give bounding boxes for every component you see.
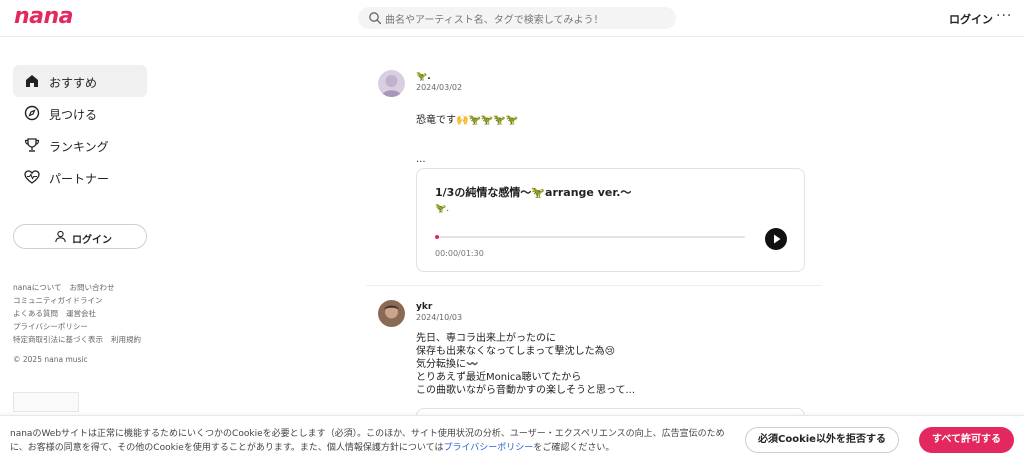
copyright: © 2025 nana music bbox=[13, 355, 88, 364]
post-username[interactable]: ykr bbox=[416, 302, 432, 312]
heart-pulse-icon bbox=[24, 170, 40, 184]
certification-badge bbox=[13, 392, 79, 412]
cookie-text-end: をご確認ください。 bbox=[533, 443, 615, 453]
avatar-image bbox=[378, 300, 405, 327]
sidebar-item-partner[interactable]: パートナー bbox=[13, 161, 147, 193]
sound-artist: 🦖. bbox=[435, 204, 450, 214]
sound-card[interactable]: 1/3の純情な感情〜🦖arrange ver.〜 🦖. 00:00/01:30 bbox=[416, 168, 805, 272]
post-username[interactable]: 🦖. bbox=[416, 72, 431, 82]
cookie-banner: nanaのWebサイトは正常に機能するためにいくつかのCookieを必要とします… bbox=[0, 415, 1024, 463]
footer-link-terms[interactable]: 利用規約 bbox=[111, 335, 141, 344]
compass-icon bbox=[24, 105, 40, 121]
feed-post: 🦖. 2024/03/02 恐竜です🙌🦖🦖🦖🦖 ... 1/3の純情な感情〜🦖a… bbox=[378, 70, 818, 275]
cookie-text-start: nanaのWebサイトは正常に機能するためにいくつかのCookieを必要とします… bbox=[10, 429, 725, 453]
accept-all-cookies-button[interactable]: すべて許可する bbox=[919, 427, 1014, 453]
login-button-label: ログイン bbox=[72, 235, 112, 246]
play-icon bbox=[774, 234, 781, 244]
avatar[interactable] bbox=[378, 70, 405, 97]
header-login-link[interactable]: ログイン bbox=[949, 11, 993, 27]
search-placeholder: 曲名やアーティスト名、タグで検索してみよう！ bbox=[385, 15, 604, 26]
sidebar-item-ranking[interactable]: ランキング bbox=[13, 129, 147, 161]
sound-title: 1/3の純情な感情〜🦖arrange ver.〜 bbox=[435, 186, 632, 199]
avatar-image bbox=[378, 70, 405, 97]
sidebar-item-label: ランキング bbox=[49, 140, 109, 154]
footer-link-faq[interactable]: よくある質問 bbox=[13, 309, 58, 318]
seek-bar[interactable] bbox=[435, 236, 745, 238]
top-header: nana 曲名やアーティスト名、タグで検索してみよう！ ログイン ··· bbox=[0, 0, 1024, 37]
footer-link-company[interactable]: 運営会社 bbox=[66, 309, 96, 318]
home-icon bbox=[26, 75, 38, 87]
footer-link-commerce-law[interactable]: 特定商取引法に基づく表示 bbox=[13, 335, 103, 344]
footer-links: nanaについて お問い合わせ コミュニティガイドライン よくある質問 運営会社 プ… bbox=[13, 282, 158, 347]
seek-handle[interactable] bbox=[435, 235, 439, 239]
playback-time: 00:00/01:30 bbox=[435, 249, 484, 258]
sidebar-item-label: おすすめ bbox=[49, 76, 98, 90]
avatar[interactable] bbox=[378, 300, 405, 327]
sidebar-item-recommend[interactable]: おすすめ bbox=[13, 65, 147, 97]
nana-logo[interactable]: nana bbox=[14, 4, 74, 29]
reject-optional-cookies-button[interactable]: 必須Cookie以外を拒否する bbox=[745, 427, 899, 453]
footer-link-guidelines[interactable]: コミュニティガイドライン bbox=[13, 296, 103, 305]
sidebar-item-discover[interactable]: 見つける bbox=[13, 97, 147, 129]
search-icon bbox=[369, 12, 382, 25]
trophy-icon bbox=[24, 138, 40, 152]
sidebar-item-label: パートナー bbox=[49, 172, 110, 186]
search-input[interactable]: 曲名やアーティスト名、タグで検索してみよう！ bbox=[358, 7, 676, 29]
post-date: 2024/03/02 bbox=[416, 83, 463, 92]
post-date: 2024/10/03 bbox=[416, 313, 463, 322]
footer-link-contact[interactable]: お問い合わせ bbox=[69, 283, 114, 292]
post-divider bbox=[366, 285, 822, 286]
play-button[interactable] bbox=[765, 228, 787, 250]
footer-link-about[interactable]: nanaについて bbox=[13, 283, 61, 292]
privacy-policy-link[interactable]: プライバシーポリシー bbox=[443, 443, 533, 453]
user-icon bbox=[55, 230, 66, 243]
cookie-notice-text: nanaのWebサイトは正常に機能するためにいくつかのCookieを必要とします… bbox=[10, 427, 730, 455]
footer-link-privacy[interactable]: プライバシーポリシー bbox=[13, 322, 88, 331]
sidebar-item-label: 見つける bbox=[49, 108, 98, 122]
more-menu-icon[interactable]: ··· bbox=[996, 8, 1012, 24]
post-text: 恐竜です🙌🦖🦖🦖🦖 ... bbox=[416, 115, 519, 165]
post-text: 先日、専コラ出来上がったのに 保存も出来なくなってしまって撃沈した為😢 気分転換… bbox=[416, 333, 636, 396]
sidebar-login-button[interactable]: ログイン bbox=[13, 224, 147, 249]
feed-post: ykr 2024/10/03 先日、専コラ出来上がったのに 保存も出来なくなって… bbox=[378, 300, 818, 438]
